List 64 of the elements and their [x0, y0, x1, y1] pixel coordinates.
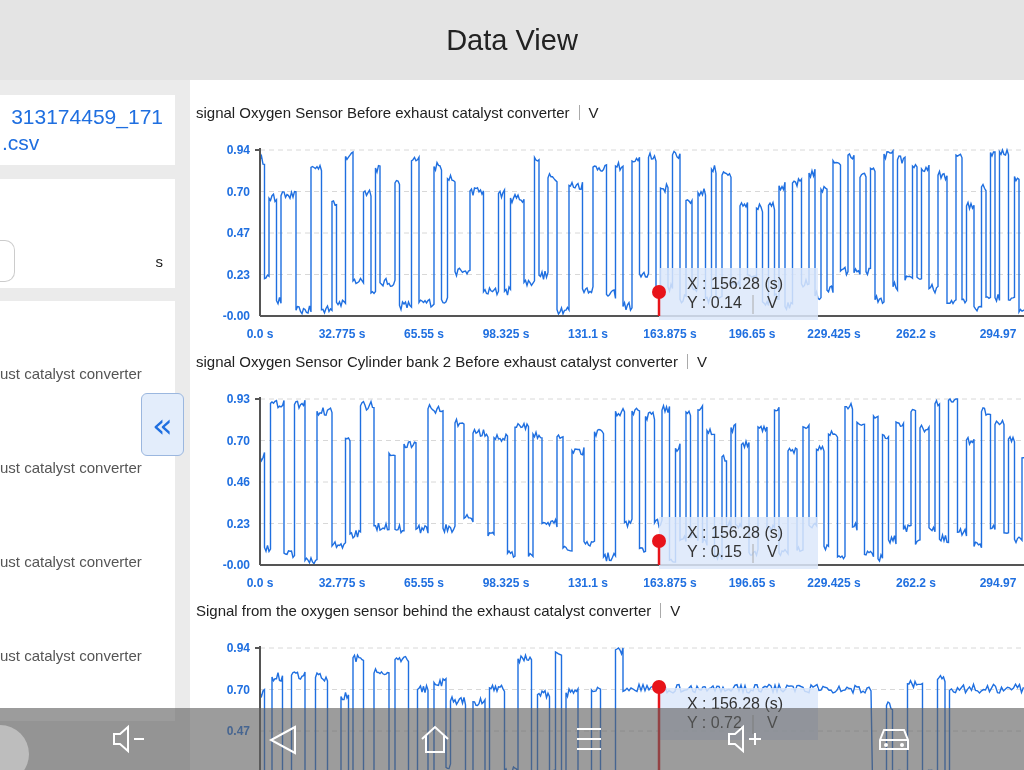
cursor-marker[interactable] — [652, 680, 666, 770]
cursor-y-readout: Y : 0.14 — [687, 294, 742, 311]
signal-list-item[interactable]: ust catalyst converter — [0, 458, 142, 478]
volume-down-icon[interactable] — [112, 724, 146, 754]
y-axis-label: 0.94 — [226, 143, 250, 157]
x-axis-label: 163.875 s — [643, 576, 697, 590]
x-axis-label: 294.97 — [979, 327, 1017, 341]
x-axis-label: 98.325 s — [482, 576, 530, 590]
y-axis-label: -0.00 — [222, 558, 250, 572]
time-input-field[interactable] — [0, 240, 15, 282]
page-title: Data View — [446, 23, 578, 57]
x-axis-label: 262.2 s — [896, 576, 936, 590]
collapse-button[interactable]: « — [141, 393, 184, 456]
cursor-x-readout: X : 156.28 (s) — [687, 275, 784, 292]
y-axis-label: 0.70 — [226, 184, 250, 199]
x-axis-label: 229.425 s — [807, 327, 861, 341]
x-axis-label: 98.325 s — [482, 327, 530, 341]
home-icon[interactable] — [420, 724, 450, 754]
x-axis-label: 32.775 s — [318, 327, 366, 341]
y-axis-label: 0.94 — [226, 641, 250, 655]
chart-title: signal Oxygen Sensor Cylinder bank 2 Before exhaust catalyst converter — [196, 352, 678, 370]
time-unit: s — [155, 253, 163, 270]
x-axis-label: 294.97 — [979, 576, 1017, 590]
x-axis-label: 65.55 s — [404, 327, 444, 341]
chart-unit: V — [670, 601, 681, 619]
file-name: 313174459_171 — [11, 104, 163, 130]
x-axis-label: 262.2 s — [896, 327, 936, 341]
x-axis-label: 0.0 s — [246, 576, 274, 590]
signal-list-item[interactable]: ust catalyst converter — [0, 552, 142, 572]
chart-title: Signal from the oxygen sensor behind the exhaust catalyst converter — [196, 601, 652, 619]
x-axis-label: 229.425 s — [807, 576, 861, 590]
x-axis-label: 0.0 s — [246, 327, 274, 341]
y-axis-label: 0.23 — [226, 516, 250, 531]
signal-list-item[interactable]: ust catalyst converter — [0, 646, 142, 666]
x-axis-label: 131.1 s — [568, 576, 608, 590]
cursor-marker[interactable] — [652, 285, 666, 316]
cursor-x-readout: X : 156.28 (s) — [687, 524, 784, 541]
y-axis-label: 0.47 — [226, 226, 250, 240]
y-axis-label: 0.70 — [226, 433, 250, 448]
chart-title: signal Oxygen Sensor Before exhaust catalyst converter — [196, 103, 570, 121]
x-axis-label: 196.65 s — [728, 327, 776, 341]
signal-list-item[interactable]: ust catalyst converter — [0, 364, 142, 384]
x-axis-label: 65.55 s — [404, 576, 444, 590]
cursor-y-readout: Y : 0.72 — [687, 714, 742, 731]
cursor-marker[interactable] — [652, 534, 666, 565]
cursor-unit: V — [767, 543, 778, 560]
back-icon[interactable] — [268, 724, 298, 756]
y-axis-label: 0.23 — [226, 267, 250, 282]
cursor-unit: V — [767, 714, 778, 731]
cursor-x-readout: X : 156.28 (s) — [687, 695, 784, 712]
y-axis-label: 0.47 — [226, 724, 250, 738]
y-axis-label: -0.00 — [222, 309, 250, 323]
y-axis-label: 0.46 — [226, 475, 250, 489]
cursor-y-readout: Y : 0.15 — [687, 543, 742, 560]
x-axis-label: 32.775 s — [318, 576, 366, 590]
chart-unit: V — [696, 352, 707, 370]
cursor-unit: V — [767, 294, 778, 311]
y-axis-label: 0.70 — [226, 682, 250, 697]
x-axis-label: 163.875 s — [643, 327, 697, 341]
x-axis-label: 196.65 s — [728, 576, 776, 590]
file-name: .csv — [1, 130, 40, 156]
x-axis-label: 131.1 s — [568, 327, 608, 341]
chart-unit: V — [588, 103, 599, 121]
y-axis-label: 0.93 — [226, 392, 250, 406]
